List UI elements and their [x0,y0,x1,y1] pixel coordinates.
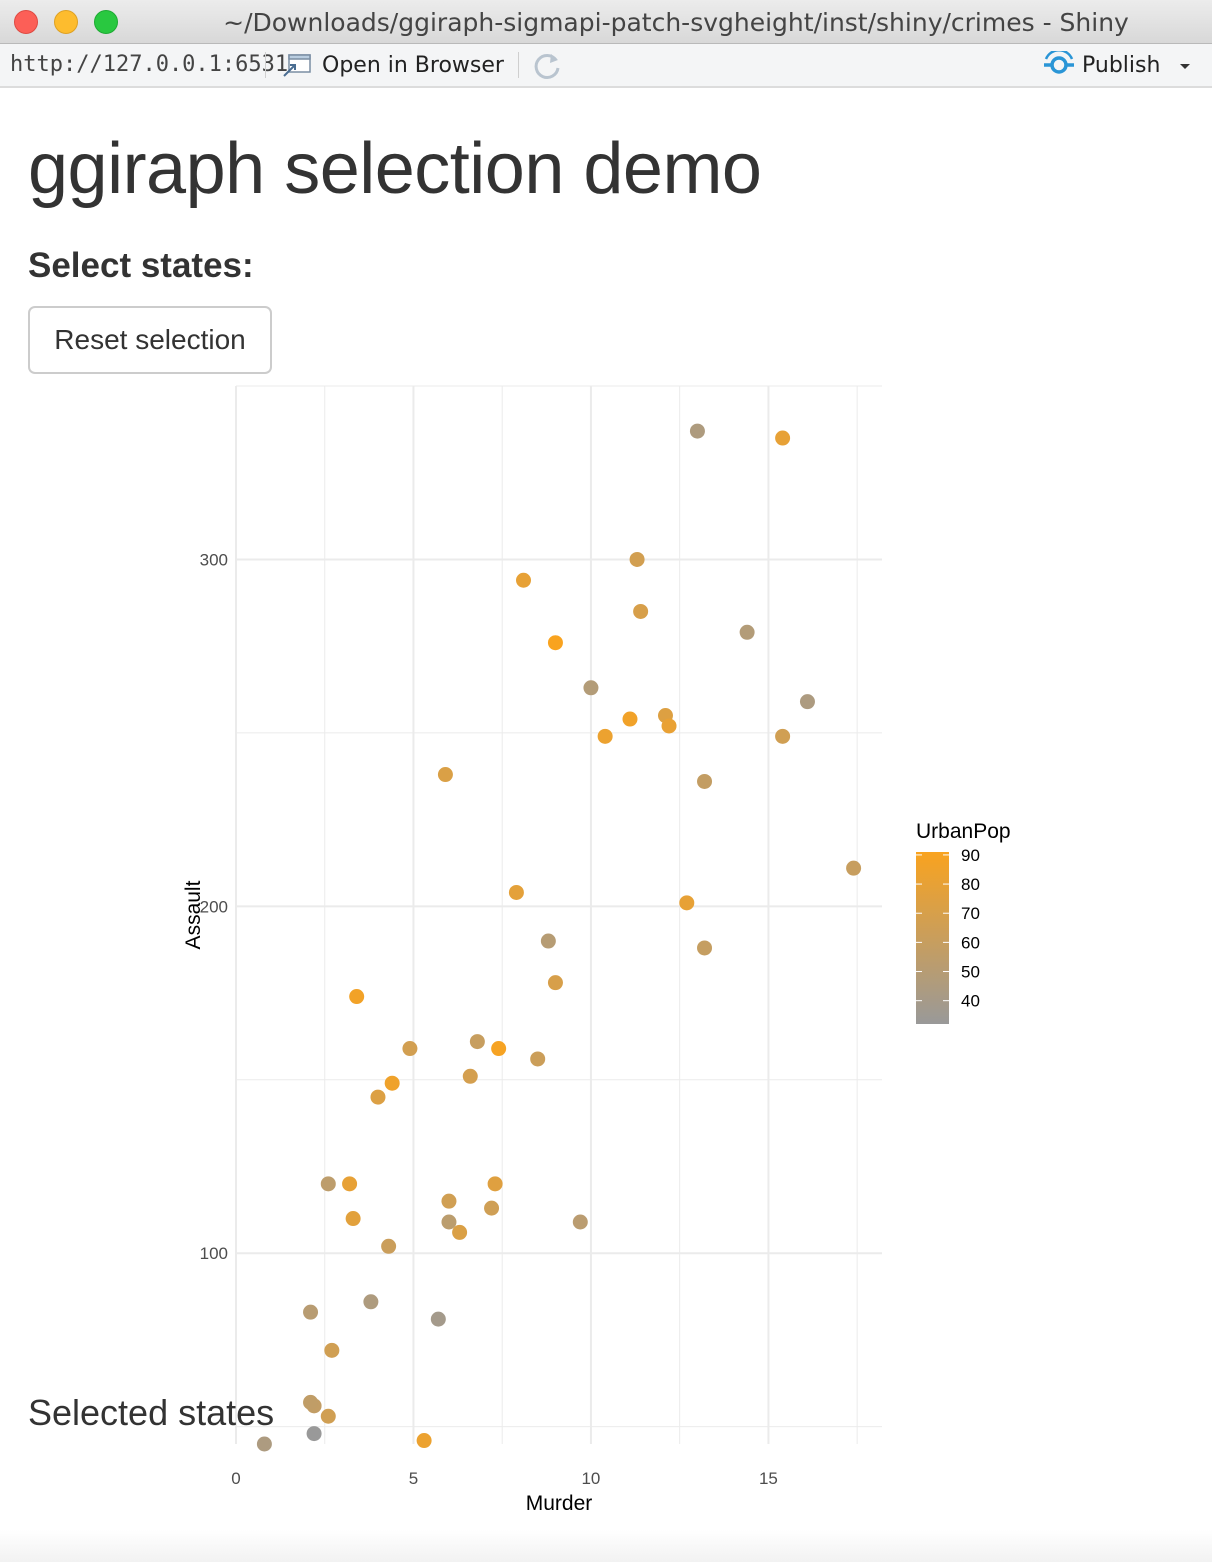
refresh-icon[interactable] [530,49,564,83]
data-point[interactable]: Georgia [846,860,862,876]
y-tick-label: 300 [200,550,228,569]
data-point[interactable]: Colorado [508,884,524,900]
data-point[interactable]: South Carolina [739,624,755,640]
open-in-browser-button[interactable]: Open in Browser [282,48,504,82]
data-point[interactable]: Delaware [437,767,453,783]
x-tick-label: 10 [581,1469,600,1488]
viewport-bottom-edge [0,1530,1212,1562]
data-point[interactable]: Florida [775,430,791,446]
window-title: ~/Downloads/ggiraph-sigmapi-patch-svghei… [223,8,1129,37]
legend-label: 50 [961,963,980,982]
data-point[interactable]: Utah [342,1176,358,1192]
data-point[interactable]: West Virginia [430,1311,446,1327]
toolbar-separator [518,52,519,78]
minimize-window-button[interactable] [54,10,78,34]
data-point[interactable]: South Dakota [363,1294,379,1310]
selected-states-heading: Selected states [28,1392,275,1433]
data-point[interactable]: Connecticut [345,1211,361,1227]
data-point[interactable]: Minnesota [324,1342,340,1358]
data-point[interactable]: Ohio [487,1176,503,1192]
x-tick-label: 0 [231,1469,240,1488]
data-point[interactable]: Kansas [441,1193,457,1209]
maximize-window-button[interactable] [94,10,118,34]
x-axis-title: Murder [526,1492,593,1515]
publish-button[interactable]: Publish [1042,48,1160,82]
window-titlebar: ~/Downloads/ggiraph-sigmapi-patch-svghei… [0,0,1212,44]
data-point[interactable]: Massachusetts [384,1075,400,1091]
data-point[interactable]: Idaho [320,1176,336,1192]
data-point[interactable]: Arkansas [540,933,556,949]
data-point[interactable]: Arizona [516,572,532,588]
data-point[interactable]: Hawaii [416,1433,432,1449]
publish-icon [1044,51,1074,74]
url-display[interactable]: http://127.0.0.1:6531 [10,52,288,77]
data-point[interactable]: North Carolina [689,423,705,439]
publish-label: Publish [1082,52,1161,78]
x-tick-label: 5 [409,1469,418,1488]
data-point[interactable]: New Hampshire [303,1394,319,1410]
y-tick-label: 100 [200,1244,228,1263]
viewer-toolbar: http://127.0.0.1:6531 Open in Browser Pu… [0,44,1212,88]
data-point[interactable]: Maryland [629,551,645,567]
data-point[interactable]: Vermont [306,1426,322,1442]
data-point[interactable]: New York [622,711,638,727]
toolbar-separator [265,52,266,78]
select-states-heading: Select states: [28,246,254,285]
legend-label: 40 [961,992,980,1011]
legend-colorbar [916,852,949,1024]
data-point[interactable]: Missouri [547,975,563,991]
data-point[interactable]: Kentucky [572,1214,588,1230]
data-point[interactable]: Rhode Island [349,989,365,1005]
data-point[interactable]: Mississippi [799,694,815,710]
legend-label: 60 [961,933,980,952]
data-point[interactable]: Wisconsin [320,1408,336,1424]
data-point[interactable]: Pennsylvania [452,1224,468,1240]
data-point[interactable]: California [547,635,563,651]
data-point[interactable]: Nevada [661,718,677,734]
data-point[interactable]: Nebraska [381,1238,397,1254]
data-point[interactable]: Maine [303,1304,319,1320]
open-in-browser-label: Open in Browser [322,52,504,78]
data-point[interactable]: Louisiana [775,728,791,744]
data-point[interactable]: Wyoming [469,1034,485,1050]
data-point[interactable]: New Mexico [633,603,649,619]
open-in-browser-icon [283,54,311,77]
data-point[interactable]: Texas [679,895,695,911]
data-point[interactable]: Virginia [530,1051,546,1067]
data-point[interactable]: New Jersey [491,1041,507,1057]
scatter-plot: 0 5 10 15100200300MurderAssaultAlabamaAlask… [182,385,1011,1515]
chevron-down-icon[interactable] [1176,58,1194,74]
legend-label: 80 [961,875,980,894]
x-tick-label: 15 [759,1469,778,1488]
data-point[interactable]: Oklahoma [462,1068,478,1084]
legend-label: 90 [961,846,980,865]
data-point[interactable]: Washington [370,1089,386,1105]
legend-title: UrbanPop [916,820,1011,843]
page-title: ggiraph selection demo [28,129,762,209]
legend-label: 70 [961,904,980,923]
data-point[interactable]: North Dakota [256,1436,272,1452]
data-point[interactable]: Alabama [697,773,713,789]
close-window-button[interactable] [14,10,38,34]
data-point[interactable]: Illinois [597,728,613,744]
y-axis-title: Assault [182,880,205,949]
data-point[interactable]: Oregon [402,1041,418,1057]
reset-selection-button[interactable]: Reset selection [28,306,272,374]
data-point[interactable]: Alaska [583,680,599,696]
data-point[interactable]: Indiana [484,1200,500,1216]
data-point[interactable]: Tennessee [697,940,713,956]
